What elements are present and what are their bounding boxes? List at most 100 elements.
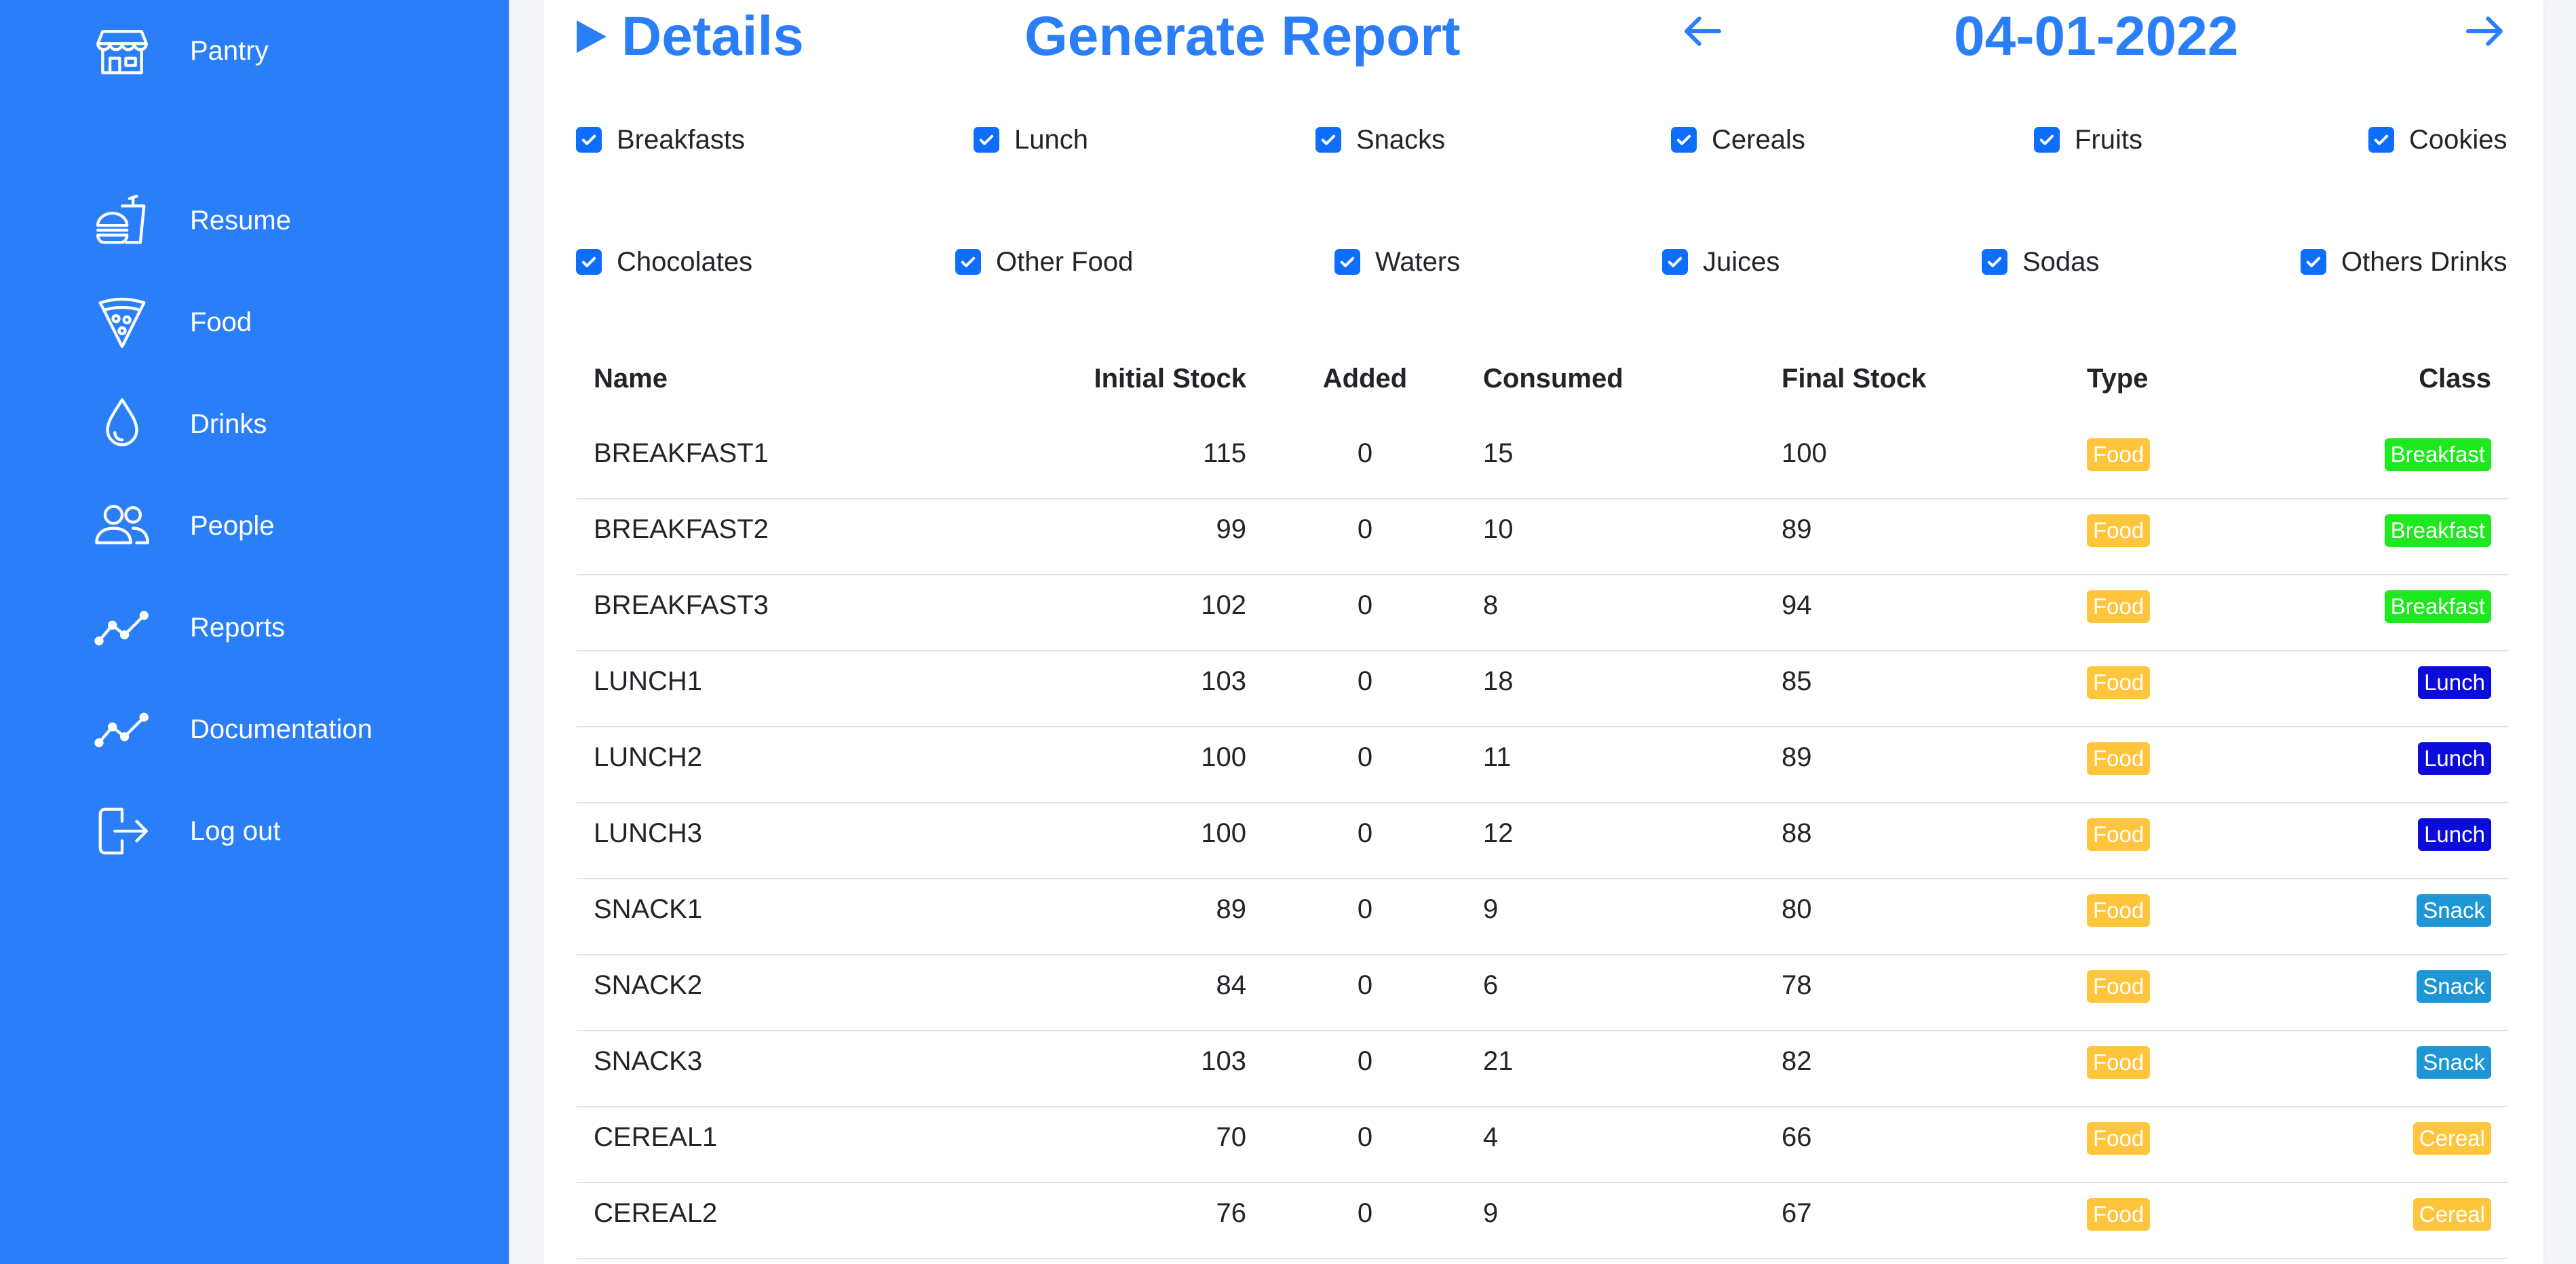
row-divider (577, 650, 2508, 651)
cell-name: BREAKFAST1 (594, 438, 769, 468)
details-toggle-icon[interactable] (577, 20, 607, 53)
class-badge: Lunch (2418, 666, 2491, 699)
filter-checkbox-cereals[interactable]: Cereals (1671, 119, 1805, 160)
class-header: Class (2419, 364, 2491, 394)
cell-added: 0 (1357, 818, 1373, 848)
filter-label: Fruits (2075, 124, 2142, 155)
cell-final-stock: 89 (1782, 514, 1812, 544)
cell-final-stock: 66 (1782, 1122, 1812, 1152)
next-day-button[interactable] (2463, 9, 2506, 53)
cell-consumed: 21 (1483, 1046, 1514, 1076)
filter-checkbox-breakfasts[interactable]: Breakfasts (576, 119, 745, 160)
consumed-header: Consumed (1483, 364, 1623, 394)
checkbox-checked-icon[interactable] (1671, 127, 1697, 153)
cell-consumed: 10 (1483, 514, 1514, 544)
filter-label: Others Drinks (2341, 246, 2507, 277)
sidebar-item-resume[interactable]: Resume (93, 187, 291, 254)
row-divider (577, 1030, 2508, 1031)
store-icon (93, 22, 151, 80)
cell-consumed: 11 (1483, 742, 1512, 772)
arrow-right-icon (2466, 16, 2503, 46)
filter-label: Other Food (996, 246, 1134, 277)
cell-name: BREAKFAST2 (594, 514, 769, 544)
cell-added: 0 (1357, 1198, 1373, 1228)
sidebar-item-people[interactable]: People (93, 492, 275, 560)
cell-name: BREAKFAST3 (594, 590, 769, 620)
filter-checkbox-juices[interactable]: Juices (1662, 242, 1780, 282)
checkbox-checked-icon[interactable] (2034, 127, 2060, 153)
droplet-icon (93, 395, 151, 453)
checkbox-checked-icon[interactable] (576, 127, 602, 153)
checkbox-checked-icon[interactable] (2301, 249, 2326, 275)
cell-initial-stock: 89 (1216, 894, 1247, 924)
checkbox-checked-icon[interactable] (1662, 249, 1688, 275)
filter-checkbox-sodas[interactable]: Sodas (1982, 242, 2099, 282)
type-badge: Food (2087, 590, 2151, 623)
sidebar-item-label: Resume (190, 205, 291, 235)
pizza-icon (93, 293, 151, 351)
checkbox-checked-icon[interactable] (2368, 127, 2394, 153)
filter-label: Cookies (2409, 124, 2507, 155)
filter-checkbox-other-food[interactable]: Other Food (955, 242, 1133, 282)
cell-final-stock: 85 (1782, 666, 1812, 696)
sidebar-item-documentation[interactable]: Documentation (93, 695, 372, 763)
cell-added: 0 (1357, 970, 1373, 1000)
cell-initial-stock: 102 (1201, 590, 1246, 620)
cell-name: SNACK1 (594, 894, 703, 924)
checkbox-checked-icon[interactable] (1334, 249, 1360, 275)
generate-report-button[interactable]: Generate Report (1024, 4, 1461, 69)
filter-checkbox-cookies[interactable]: Cookies (2368, 119, 2507, 160)
cell-consumed: 8 (1483, 590, 1499, 620)
filter-checkbox-lunch[interactable]: Lunch (974, 119, 1088, 160)
cell-added: 0 (1357, 742, 1373, 772)
fast-food-icon (93, 191, 151, 250)
cell-consumed: 4 (1483, 1122, 1499, 1152)
sidebar-item-label: People (190, 510, 275, 541)
cell-consumed: 12 (1483, 818, 1514, 848)
checkbox-checked-icon[interactable] (955, 249, 981, 275)
sidebar-item-logout[interactable]: Log out (93, 797, 280, 865)
filter-checkbox-snacks[interactable]: Snacks (1315, 119, 1445, 160)
arrow-left-icon (1685, 16, 1721, 46)
class-badge: Cereal (2412, 1122, 2491, 1155)
type-badge: Food (2087, 742, 2151, 775)
cell-consumed: 9 (1483, 894, 1499, 924)
sidebar-item-drinks[interactable]: Drinks (93, 390, 267, 458)
sidebar-item-label: Drinks (190, 408, 267, 439)
filter-label: Breakfasts (617, 124, 745, 155)
details-toggle[interactable]: Details (621, 4, 804, 69)
class-badge: Cereal (2412, 1198, 2491, 1231)
checkbox-checked-icon[interactable] (1315, 127, 1341, 153)
class-badge: Snack (2417, 894, 2491, 927)
filter-checkbox-chocolates[interactable]: Chocolates (576, 242, 752, 282)
filter-checkbox-others-drinks[interactable]: Others Drinks (2301, 242, 2507, 282)
sidebar-item-label: Reports (190, 612, 286, 643)
filter-label: Sodas (2022, 246, 2100, 277)
checkbox-checked-icon[interactable] (576, 249, 602, 275)
checkbox-checked-icon[interactable] (974, 127, 999, 153)
sidebar-item-pantry[interactable]: Pantry (93, 17, 269, 85)
sidebar-item-label: Food (190, 307, 252, 337)
cell-initial-stock: 100 (1201, 742, 1246, 772)
class-badge: Lunch (2418, 818, 2491, 851)
cell-final-stock: 88 (1782, 818, 1812, 848)
cell-initial-stock: 70 (1216, 1122, 1247, 1152)
cell-added: 0 (1357, 514, 1373, 544)
report-date: 04-01-2022 (1954, 5, 2239, 67)
cell-consumed: 18 (1483, 666, 1514, 696)
class-badge: Lunch (2418, 742, 2491, 775)
class-badge: Snack (2417, 970, 2491, 1003)
sidebar-item-reports[interactable]: Reports (93, 594, 285, 662)
cell-initial-stock: 103 (1201, 1046, 1246, 1076)
filter-checkbox-fruits[interactable]: Fruits (2034, 119, 2142, 160)
cell-initial-stock: 103 (1201, 666, 1246, 696)
type-badge: Food (2087, 1122, 2151, 1155)
cell-final-stock: 82 (1782, 1046, 1812, 1076)
sidebar-item-food[interactable]: Food (93, 288, 252, 356)
filter-checkbox-waters[interactable]: Waters (1334, 242, 1460, 282)
checkbox-checked-icon[interactable] (1982, 249, 2007, 275)
filter-label: Waters (1375, 246, 1461, 277)
cell-final-stock: 78 (1782, 970, 1812, 1000)
row-divider (577, 1106, 2508, 1107)
previous-day-button[interactable] (1681, 9, 1725, 53)
